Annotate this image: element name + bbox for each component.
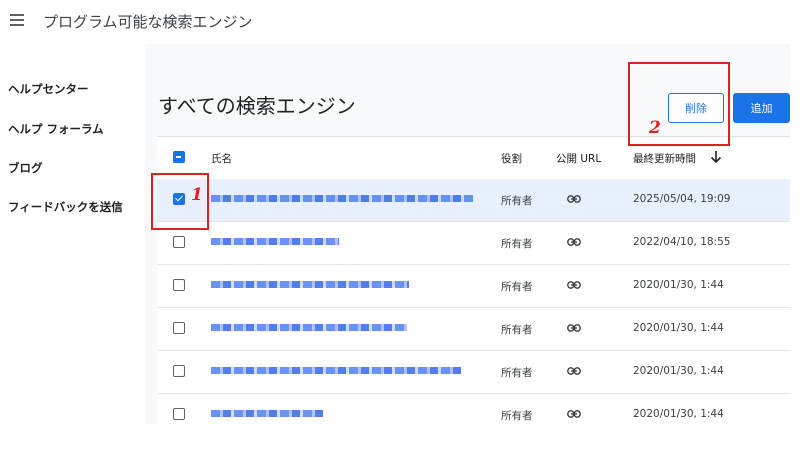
last-updated-cell: 2025/05/04, 19:09 [633,193,731,205]
engine-name-link[interactable] [211,410,323,417]
role-cell: 所有者 [501,367,533,379]
link-icon[interactable] [567,281,581,289]
add-button[interactable]: 追加 [733,93,790,123]
role-cell: 所有者 [501,195,533,207]
row-checkbox[interactable] [173,322,185,334]
annotation-number-2: 2 [649,118,661,138]
page-title: すべての検索エンジン [158,94,356,118]
table-row[interactable]: 所有者 2020/01/30, 1:44 [157,265,790,308]
role-cell: 所有者 [501,324,533,336]
table-row[interactable]: 所有者 2020/01/30, 1:44 [157,394,790,425]
sidebar: ヘルプセンター ヘルプ フォーラム ブログ フィードバックを送信 [0,44,145,450]
top-app-bar: プログラム可能な検索エンジン [0,0,800,45]
column-header-last-updated[interactable]: 最終更新時間 [633,151,696,166]
column-header-public-url[interactable]: 公開 URL [556,151,601,166]
link-icon[interactable] [567,238,581,246]
sidebar-item-send-feedback[interactable]: フィードバックを送信 [8,199,123,215]
engine-name-link[interactable] [211,238,339,245]
engine-name-link[interactable] [211,324,407,331]
sidebar-item-help-forum[interactable]: ヘルプ フォーラム [8,121,104,137]
table-header: 氏名 役割 公開 URL 最終更新時間 [157,137,790,180]
table-row[interactable]: 所有者 2025/05/04, 19:09 [157,179,790,222]
link-icon[interactable] [567,195,581,203]
table-row[interactable]: 所有者 2020/01/30, 1:44 [157,308,790,351]
table-row[interactable]: 所有者 2020/01/30, 1:44 [157,351,790,394]
select-all-checkbox[interactable] [173,151,185,163]
delete-button[interactable]: 削除 [668,93,724,123]
last-updated-cell: 2020/01/30, 1:44 [633,279,724,291]
arrow-down-icon[interactable] [710,150,722,164]
last-updated-cell: 2022/04/10, 18:55 [633,236,731,248]
annotation-number-1: 1 [191,185,203,205]
engine-name-link[interactable] [211,281,409,288]
row-checkbox[interactable] [173,365,185,377]
row-checkbox[interactable] [173,408,185,420]
engine-name-link[interactable] [211,195,473,202]
app-title: プログラム可能な検索エンジン [43,13,253,31]
sidebar-item-blog[interactable]: ブログ [8,160,43,176]
role-cell: 所有者 [501,281,533,293]
search-engine-table: 氏名 役割 公開 URL 最終更新時間 所有者 2025/05/04, 19:0… [157,136,790,425]
bottom-edge [145,424,790,450]
last-updated-cell: 2020/01/30, 1:44 [633,365,724,377]
main-content: すべての検索エンジン 削除 追加 氏名 役割 公開 URL 最終更新時間 所有者… [145,44,790,425]
row-checkbox[interactable] [173,236,185,248]
role-cell: 所有者 [501,238,533,250]
hamburger-menu-icon[interactable] [10,14,24,26]
row-checkbox[interactable] [173,193,185,205]
link-icon[interactable] [567,410,581,418]
table-row[interactable]: 所有者 2022/04/10, 18:55 [157,222,790,265]
column-header-name[interactable]: 氏名 [211,151,232,166]
sidebar-item-help-center[interactable]: ヘルプセンター [8,81,89,97]
last-updated-cell: 2020/01/30, 1:44 [633,322,724,334]
link-icon[interactable] [567,367,581,375]
column-header-role[interactable]: 役割 [501,151,522,166]
right-edge [790,44,800,450]
role-cell: 所有者 [501,410,533,422]
engine-name-link[interactable] [211,367,461,374]
last-updated-cell: 2020/01/30, 1:44 [633,408,724,420]
link-icon[interactable] [567,324,581,332]
row-checkbox[interactable] [173,279,185,291]
